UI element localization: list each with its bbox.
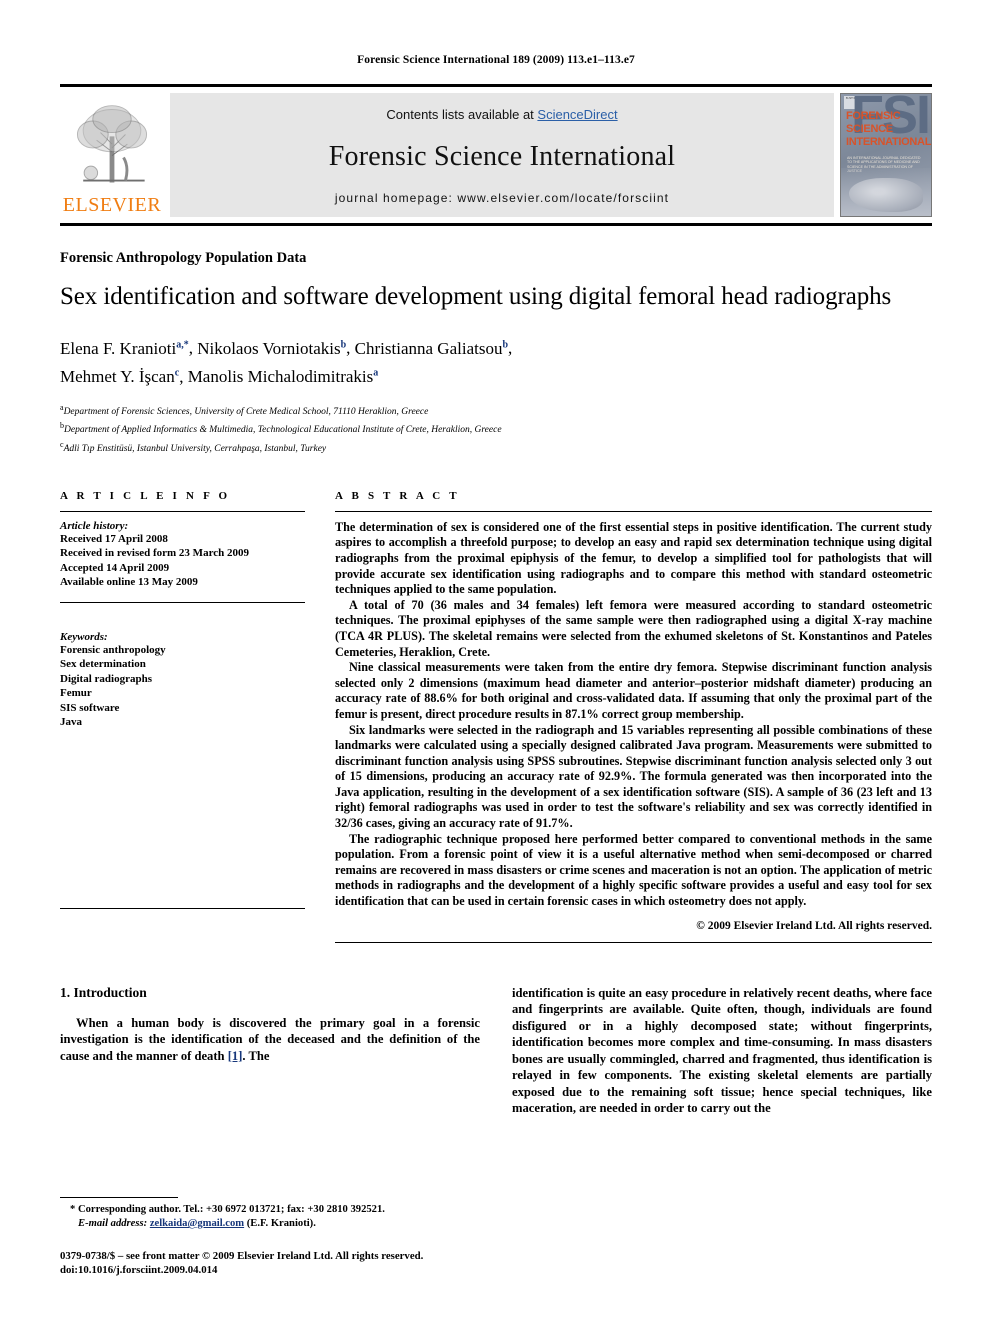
introduction-heading: 1. Introduction [60, 984, 147, 1000]
footnote-area: * Corresponding author. Tel.: +30 6972 0… [60, 1197, 485, 1277]
abstract-bottom-rule [335, 941, 932, 943]
author-affiliation-marks: c [174, 367, 180, 379]
article-info-heading: A R T I C L E I N F O [60, 489, 231, 502]
corresponding-marker: * [70, 1204, 76, 1215]
elsevier-logo: ELSEVIER [60, 93, 164, 217]
abstract-copyright: © 2009 Elsevier Ireland Ltd. All rights … [696, 919, 932, 932]
abstract-heading: A B S T R A C T [335, 489, 460, 502]
page-title: Sex identification and software developm… [60, 283, 892, 310]
history-item: Available online 13 May 2009 [60, 576, 198, 589]
author-3: Mehmet Y. İşcanc [60, 367, 179, 386]
corresponding-author-note: * Corresponding author. Tel.: +30 6972 0… [60, 1203, 485, 1217]
keyword-item: SIS software [60, 701, 120, 714]
imprint-block: 0379-0738/$ – see front matter © 2009 El… [60, 1249, 485, 1277]
body-column-right: identification is quite an easy procedur… [512, 985, 932, 1117]
abstract-paragraph: A total of 70 (36 males and 34 females) … [335, 597, 932, 659]
author-name: Manolis Michalodimitrakis [187, 367, 374, 387]
journal-masthead: ELSEVIER Contents lists available at Sci… [60, 84, 932, 226]
affiliation-list: aDepartment of Forensic Sciences, Univer… [60, 401, 932, 455]
author-affiliation-marks: b [502, 339, 509, 350]
author-4: Manolis Michalodimitrakisa [188, 367, 379, 386]
keyword-item: Forensic anthropology [60, 643, 166, 656]
intro-text-after-ref: . The [242, 1048, 270, 1063]
abstract-paragraph: The determination of sex is considered o… [335, 519, 932, 597]
footnote-divider [60, 1197, 178, 1198]
article-info-divider [60, 601, 305, 603]
reference-link-1[interactable]: [1] [228, 1049, 243, 1063]
abstract-body: The determination of sex is considered o… [335, 510, 932, 932]
affiliation-text: Department of Forensic Sciences, Univers… [63, 407, 429, 418]
cover-title-line-2: SCIENCE [846, 123, 893, 135]
contents-line: Contents lists available at ScienceDirec… [386, 107, 617, 122]
author-list: Elena F. Kraniotia,*, Nikolaos Vorniotak… [60, 338, 513, 387]
author-2: Christianna Galiatsoub [355, 339, 508, 358]
imprint-line-1: 0379-0738/$ – see front matter © 2009 El… [60, 1250, 424, 1262]
cover-title: FORENSIC SCIENCE INTERNATIONAL [846, 110, 931, 149]
article-info-bottom-rule [60, 907, 305, 909]
sciencedirect-link[interactable]: ScienceDirect [537, 107, 617, 122]
author-0: Elena F. Kraniotia,* [60, 339, 189, 358]
history-item: Accepted 14 April 2009 [60, 561, 170, 574]
article-history-label: Article history: [60, 519, 129, 532]
affiliation-text: Department of Applied Informatics & Mult… [64, 425, 502, 436]
keyword-item: Femur [60, 687, 92, 700]
abstract-paragraph: Six landmarks were selected in the radio… [335, 722, 932, 831]
keyword-item: Sex determination [60, 658, 146, 671]
journal-cover-thumbnail: ELSEVIER FSI FORENSIC SCIENCE INTERNATIO… [840, 93, 932, 217]
journal-homepage[interactable]: journal homepage: www.elsevier.com/locat… [335, 191, 669, 205]
body-column-left: 1. Introduction When a human body is dis… [60, 985, 480, 1117]
email-label: E-mail address: [78, 1218, 148, 1229]
cover-title-line-3: INTERNATIONAL [846, 136, 932, 148]
affiliation-b: bDepartment of Applied Informatics & Mul… [60, 419, 932, 437]
author-affiliation-marks: a,* [176, 339, 189, 350]
article-info-column: A R T I C L E I N F O Article history: R… [60, 490, 305, 943]
author-name: Mehmet Y. İşcan [60, 367, 175, 387]
cover-bone-image [849, 178, 923, 212]
contents-prefix: Contents lists available at [386, 107, 538, 122]
elsevier-wordmark: ELSEVIER [62, 194, 162, 216]
journal-title: Forensic Science International [328, 140, 676, 172]
abstract-column: A B S T R A C T The determination of sex… [335, 490, 932, 943]
journal-band: Contents lists available at ScienceDirec… [170, 93, 834, 217]
abstract-paragraph: The radiographic technique proposed here… [335, 831, 932, 909]
corresponding-author-text: Corresponding author. Tel.: +30 6972 013… [77, 1204, 385, 1215]
affiliation-a: aDepartment of Forensic Sciences, Univer… [60, 401, 932, 419]
article-history-list: Received 17 April 2008 Received in revis… [60, 532, 305, 590]
article-info-rule: Article history: Received 17 April 2008 … [60, 510, 305, 590]
article-page: Forensic Science International 189 (2009… [0, 0, 992, 1323]
author-name: Nikolaos Vorniotakis [197, 338, 341, 358]
history-item: Received in revised form 23 March 2009 [60, 547, 249, 560]
keyword-item: Java [60, 716, 82, 729]
author-name: Christianna Galiatsou [354, 338, 503, 358]
intro-text-before-ref: When a human body is discovered the prim… [60, 1015, 480, 1063]
email-note: E-mail address: zelkaida@gmail.com (E.F.… [60, 1217, 485, 1231]
body-columns: 1. Introduction When a human body is dis… [60, 985, 932, 1117]
keyword-item: Digital radiographs [60, 672, 152, 685]
info-abstract-region: A R T I C L E I N F O Article history: R… [60, 490, 932, 943]
cover-title-line-1: FORENSIC [846, 110, 901, 122]
introduction-paragraph-right: identification is quite an easy procedur… [512, 985, 932, 1116]
abstract-paragraph: Nine classical measurements were taken f… [335, 660, 932, 721]
elsevier-tree-icon [76, 105, 148, 183]
keywords-block: Keywords: Forensic anthropology Sex dete… [60, 631, 305, 730]
imprint-line-2: doi:10.1016/j.forsciint.2009.04.014 [60, 1264, 218, 1276]
keywords-label: Keywords: [60, 630, 108, 643]
email-link[interactable]: zelkaida@gmail.com [150, 1218, 244, 1229]
history-item: Received 17 April 2008 [60, 532, 168, 545]
affiliation-c: cAdli Tıp Enstitüsü, Istanbul University… [60, 438, 932, 456]
author-1: Nikolaos Vorniotakisb [197, 339, 346, 358]
introduction-paragraph-left: When a human body is discovered the prim… [60, 1015, 480, 1065]
email-owner: (E.F. Kranioti). [246, 1218, 316, 1229]
running-head: Forensic Science International 189 (2009… [357, 54, 635, 66]
cover-photo [841, 168, 931, 216]
author-affiliation-marks: a [373, 367, 379, 379]
author-affiliation-marks: b [340, 339, 347, 350]
keywords-list: Forensic anthropology Sex determination … [60, 643, 305, 730]
author-name: Elena F. Kranioti [60, 338, 177, 358]
section-label: Forensic Anthropology Population Data [60, 250, 307, 266]
affiliation-text: Adli Tıp Enstitüsü, Istanbul University,… [63, 443, 327, 454]
